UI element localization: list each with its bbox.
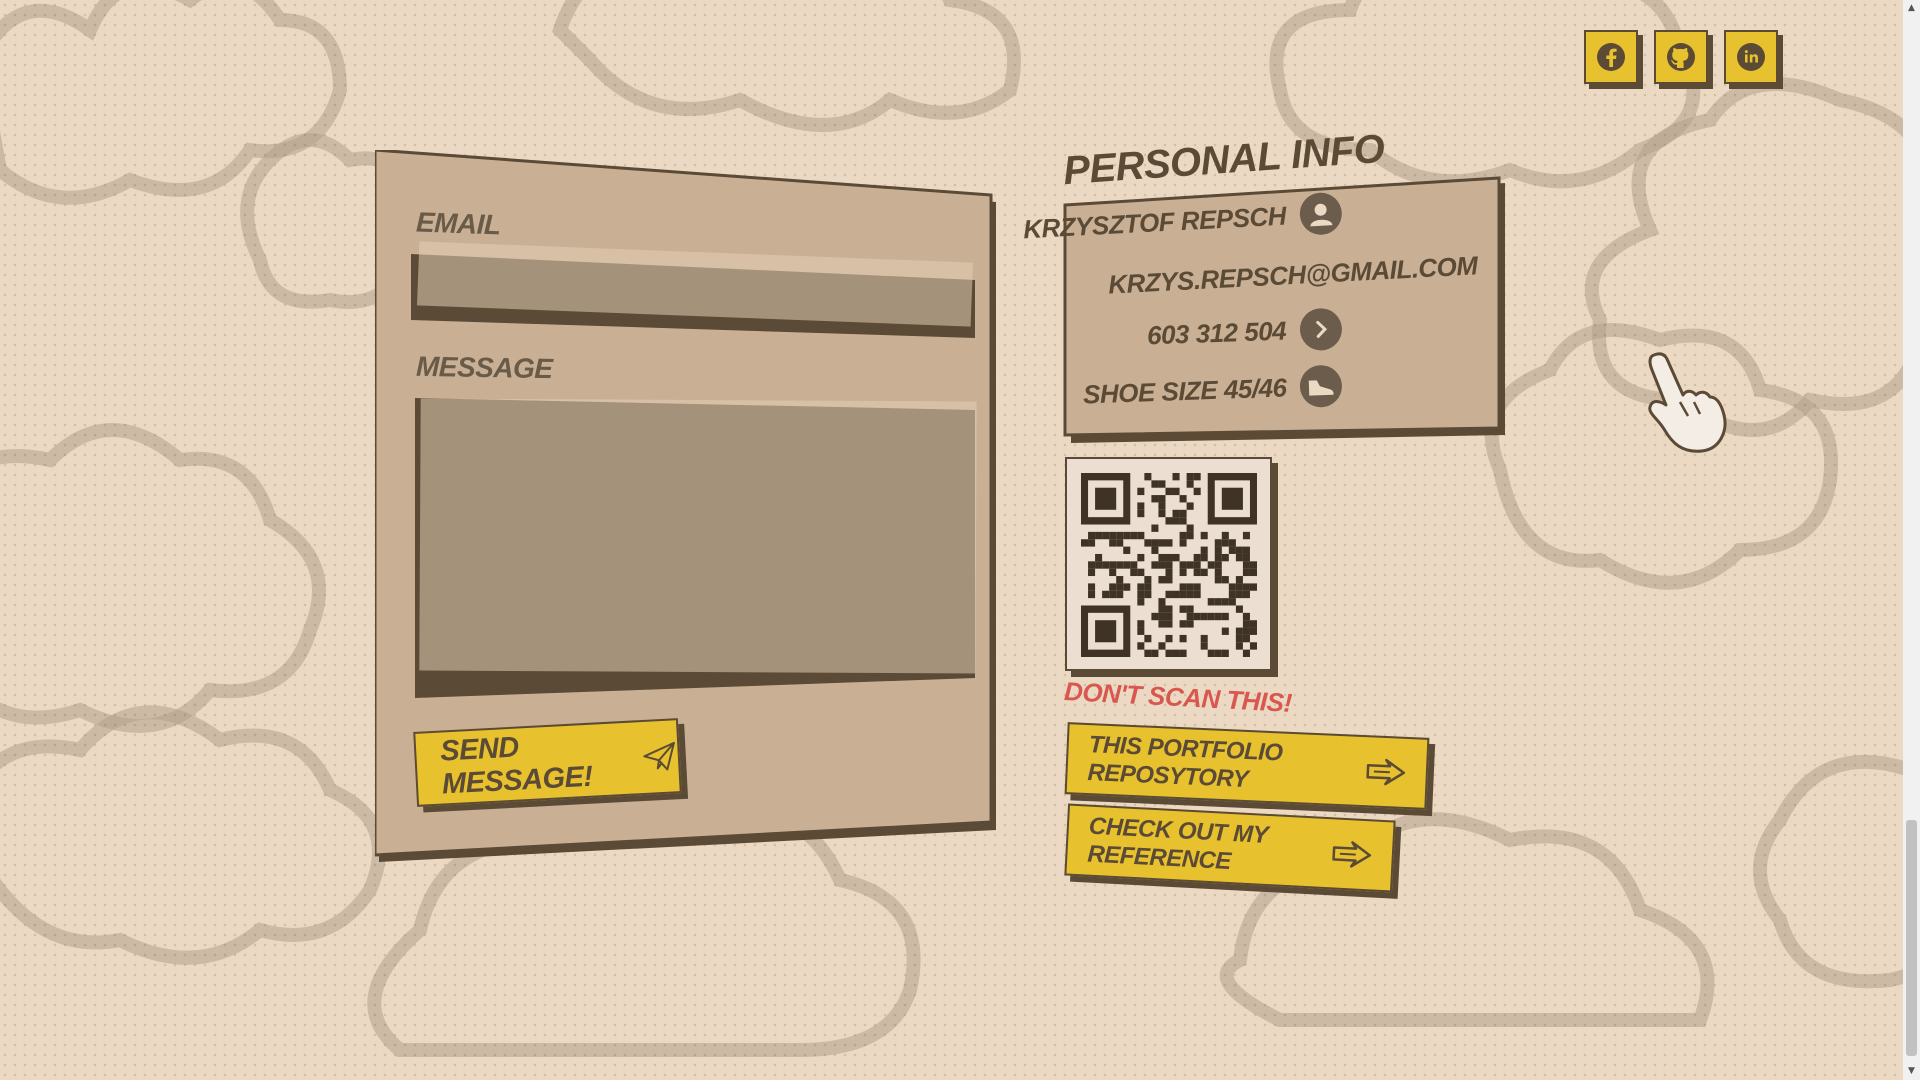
send-message-button[interactable]: Send message!	[413, 718, 682, 807]
info-shoe: Shoe size 45/46	[1082, 371, 1287, 410]
arrow-right-icon	[1332, 841, 1372, 868]
arrow-right-icon	[1366, 758, 1406, 786]
message-label: Message	[415, 350, 553, 385]
chevron-right-icon[interactable]	[1299, 307, 1343, 352]
user-icon	[1298, 191, 1343, 236]
shoe-icon	[1299, 364, 1343, 408]
social-links	[1584, 30, 1778, 84]
info-phone-row[interactable]: 603 312 504	[1146, 307, 1343, 357]
facebook-icon	[1597, 43, 1625, 71]
scroll-up-arrow[interactable]: ▲	[1903, 0, 1920, 17]
scroll-down-arrow[interactable]: ▼	[1903, 1063, 1920, 1080]
email-label: Email	[415, 206, 502, 241]
vertical-scrollbar[interactable]: ▲ ▼	[1903, 0, 1920, 1080]
linkedin-button[interactable]	[1724, 30, 1778, 84]
qr-code-card	[1065, 457, 1272, 671]
info-phone: 603 312 504	[1146, 315, 1287, 350]
scroll-thumb[interactable]	[1906, 820, 1917, 1056]
github-button[interactable]	[1654, 30, 1708, 84]
message-textarea[interactable]	[419, 398, 977, 674]
github-icon	[1667, 43, 1695, 71]
qr-code	[1081, 473, 1257, 657]
info-name: Krzysztof Repsch	[1022, 200, 1287, 244]
pointing-hand-icon	[1648, 352, 1727, 453]
linkedin-icon	[1737, 43, 1765, 71]
send-message-label: Send message!	[439, 731, 594, 801]
facebook-button[interactable]	[1584, 30, 1638, 84]
paper-plane-icon	[643, 741, 675, 770]
